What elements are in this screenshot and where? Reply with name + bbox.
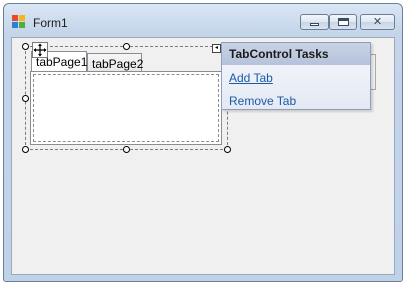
- tab-page-design-border: [33, 74, 219, 142]
- tab-page-content[interactable]: [30, 71, 222, 145]
- form-client-area[interactable]: tabPage1 tabPage2 ◂ TabControl Tasks Add…: [11, 37, 395, 275]
- resize-handle-n[interactable]: [123, 43, 130, 50]
- close-icon: ✕: [372, 15, 383, 28]
- minimize-icon: [310, 23, 319, 26]
- smart-tag-icon[interactable]: ◂: [212, 44, 221, 53]
- resize-handle-se[interactable]: [224, 146, 231, 153]
- remove-tab-link[interactable]: Remove Tab: [229, 94, 296, 108]
- maximize-icon: [338, 18, 349, 26]
- resize-handle-sw[interactable]: [22, 146, 29, 153]
- move-handle-icon[interactable]: [32, 42, 48, 58]
- minimize-button[interactable]: [300, 14, 329, 30]
- app-icon: [12, 15, 26, 29]
- maximize-button[interactable]: [329, 14, 357, 30]
- tasks-panel-title: TabControl Tasks: [222, 43, 370, 65]
- close-button[interactable]: ✕: [360, 14, 395, 30]
- title-bar[interactable]: Form1 ✕: [4, 4, 402, 36]
- resize-handle-s[interactable]: [123, 146, 130, 153]
- add-tab-link[interactable]: Add Tab: [229, 71, 273, 85]
- resize-handle-nw[interactable]: [22, 43, 29, 50]
- resize-handle-w[interactable]: [22, 95, 29, 102]
- hidden-control-edge: [371, 54, 376, 90]
- tabcontrol-tasks-panel: TabControl Tasks Add Tab Remove Tab: [221, 42, 371, 110]
- designer-form-window: Form1 ✕ tabPage1 tabPage2 ◂ TabControl T…: [3, 3, 403, 282]
- tab-tabpage2[interactable]: tabPage2: [87, 53, 143, 72]
- window-title: Form1: [33, 16, 68, 30]
